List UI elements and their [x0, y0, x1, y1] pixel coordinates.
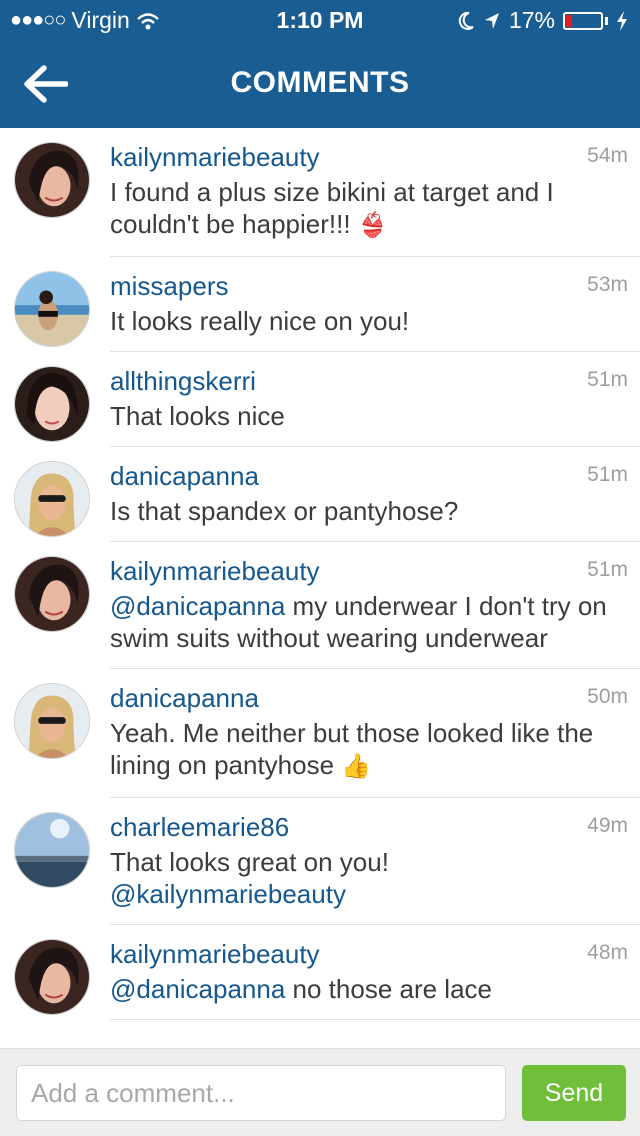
moon-icon: [458, 11, 474, 30]
comment-time: 48m: [587, 941, 628, 964]
comment-time: 49m: [587, 814, 628, 837]
avatar[interactable]: [14, 271, 90, 347]
app-header: ●●●○○ Virgin 1:10 PM 17% COMMENTS: [0, 0, 640, 128]
battery-level-fill: [566, 14, 573, 27]
status-bar: ●●●○○ Virgin 1:10 PM 17%: [0, 0, 640, 40]
charging-bolt-icon: [617, 10, 627, 31]
comment-time: 51m: [587, 463, 628, 486]
comment-item: charleemarie86 49m That looks great on y…: [14, 798, 640, 925]
mention-link[interactable]: @kailynmariebeauty: [110, 879, 346, 909]
comment-username[interactable]: kailynmariebeauty: [110, 128, 640, 173]
comment-text: Is that spandex or pantyhose?: [110, 496, 459, 526]
avatar[interactable]: [14, 142, 90, 218]
comment-item: kailynmariebeauty 51m @danicapanna my un…: [14, 542, 640, 669]
comment-item: kailynmariebeauty 48m @danicapanna no th…: [14, 925, 640, 1020]
page-title: COMMENTS: [230, 66, 410, 99]
comment-username[interactable]: kailynmariebeauty: [110, 542, 640, 587]
comment-username[interactable]: allthingskerri: [110, 352, 640, 397]
comment-time: 50m: [587, 685, 628, 708]
comment-username[interactable]: danicapanna: [110, 447, 640, 492]
comment-username[interactable]: danicapanna: [110, 669, 640, 714]
avatar[interactable]: [14, 683, 90, 759]
comment-item: danicapanna 50m Yeah. Me neither but tho…: [14, 669, 640, 798]
comment-text: It looks really nice on you!: [110, 306, 410, 336]
avatar[interactable]: [14, 812, 90, 888]
comment-list[interactable]: kailynmariebeauty 54m I found a plus siz…: [0, 128, 640, 1048]
comment-username[interactable]: charleemarie86: [110, 798, 640, 843]
battery-percent: 17%: [508, 7, 555, 33]
comment-item: danicapanna 51m Is that spandex or panty…: [14, 447, 640, 542]
mention-link[interactable]: @danicapanna: [110, 974, 285, 1004]
comment-text: @danicapanna my underwear I don't try on…: [110, 591, 607, 653]
comment-item: kailynmariebeauty 54m I found a plus siz…: [14, 128, 640, 257]
comment-username[interactable]: kailynmariebeauty: [110, 925, 640, 970]
comment-text: @danicapanna no those are lace: [110, 974, 493, 1004]
bikini-emoji-icon: 👙: [357, 212, 388, 239]
avatar[interactable]: [14, 366, 90, 442]
comment-text: That looks nice: [110, 401, 285, 431]
comment-time: 53m: [587, 273, 628, 296]
avatar[interactable]: [14, 461, 90, 537]
comment-text: That looks great on you! @kailynmariebea…: [110, 847, 389, 909]
comment-text: Yeah. Me neither but those looked like t…: [110, 718, 594, 780]
location-arrow-icon: [484, 12, 499, 29]
comment-item: allthingskerri 51m That looks nice: [14, 352, 640, 447]
comment-text: I found a plus size bikini at target and…: [110, 177, 554, 239]
avatar[interactable]: [14, 939, 90, 1015]
comment-item: missapers 53m It looks really nice on yo…: [14, 257, 640, 352]
mention-link[interactable]: @danicapanna: [110, 591, 285, 621]
comment-username[interactable]: missapers: [110, 257, 640, 302]
comment-time: 54m: [587, 144, 628, 167]
send-button[interactable]: Send: [522, 1065, 626, 1121]
comment-composer: Send: [0, 1048, 640, 1136]
comment-time: 51m: [587, 368, 628, 391]
comment-time: 51m: [587, 558, 628, 581]
thumbs-up-emoji-icon: 👍: [341, 753, 372, 780]
avatar[interactable]: [14, 556, 90, 632]
battery-icon: [563, 11, 603, 30]
comment-input[interactable]: [16, 1065, 506, 1121]
